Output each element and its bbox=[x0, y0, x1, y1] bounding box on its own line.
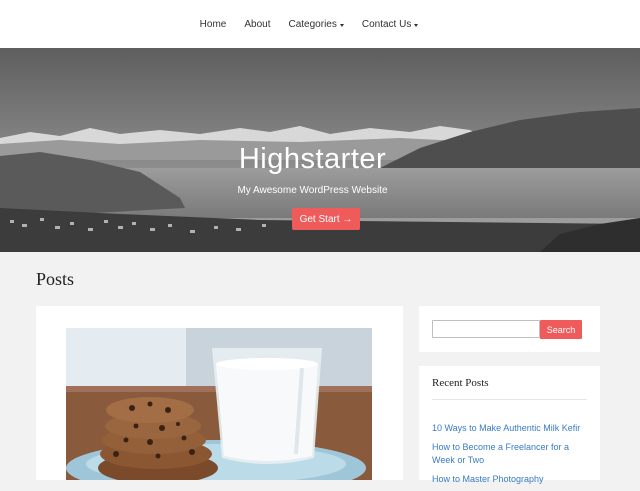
nav-categories[interactable]: Categories bbox=[280, 19, 353, 30]
nav-about[interactable]: About bbox=[235, 19, 279, 30]
nav-contact-us[interactable]: Contact Us bbox=[353, 19, 427, 30]
hero-subtitle: My Awesome WordPress Website bbox=[237, 185, 388, 196]
list-item: 10 Ways to Make Authentic Milk Kefir bbox=[432, 421, 592, 434]
recent-posts-widget: Recent Posts 10 Ways to Make Authentic M… bbox=[419, 366, 600, 484]
nav-home[interactable]: Home bbox=[191, 19, 236, 30]
hero-title: Highstarter bbox=[238, 143, 387, 175]
nav-about-label: About bbox=[244, 18, 271, 30]
post-card bbox=[36, 306, 403, 480]
search-input[interactable] bbox=[432, 320, 540, 338]
search-widget: Search bbox=[419, 306, 600, 352]
get-start-button[interactable]: Get Start → bbox=[292, 208, 360, 230]
hero-banner: Highstarter My Awesome WordPress Website… bbox=[0, 48, 640, 252]
post-featured-image[interactable] bbox=[66, 328, 372, 480]
posts-section-title: Posts bbox=[36, 269, 75, 289]
search-button[interactable]: Search bbox=[540, 320, 582, 339]
chevron-down-icon bbox=[414, 24, 419, 27]
recent-post-link[interactable]: How to Master Photography bbox=[432, 474, 544, 484]
recent-post-link[interactable]: How to Become a Freelancer for a Week or… bbox=[432, 442, 569, 465]
cookies-and-milk-image bbox=[66, 328, 372, 480]
list-item: How to Become a Freelancer for a Week or… bbox=[432, 440, 592, 466]
nav-home-label: Home bbox=[199, 18, 227, 30]
list-item: How to Master Photography bbox=[432, 472, 592, 485]
chevron-down-icon bbox=[339, 24, 344, 27]
top-navigation: Home About Categories Contact Us bbox=[0, 0, 640, 48]
main-menu: Home About Categories Contact Us bbox=[191, 19, 428, 30]
recent-post-link[interactable]: 10 Ways to Make Authentic Milk Kefir bbox=[432, 423, 580, 433]
recent-posts-list: 10 Ways to Make Authentic Milk Kefir How… bbox=[432, 421, 592, 491]
recent-posts-title: Recent Posts bbox=[432, 377, 489, 389]
nav-categories-label: Categories bbox=[288, 18, 337, 30]
nav-contact-label: Contact Us bbox=[361, 18, 412, 30]
divider bbox=[432, 399, 587, 400]
